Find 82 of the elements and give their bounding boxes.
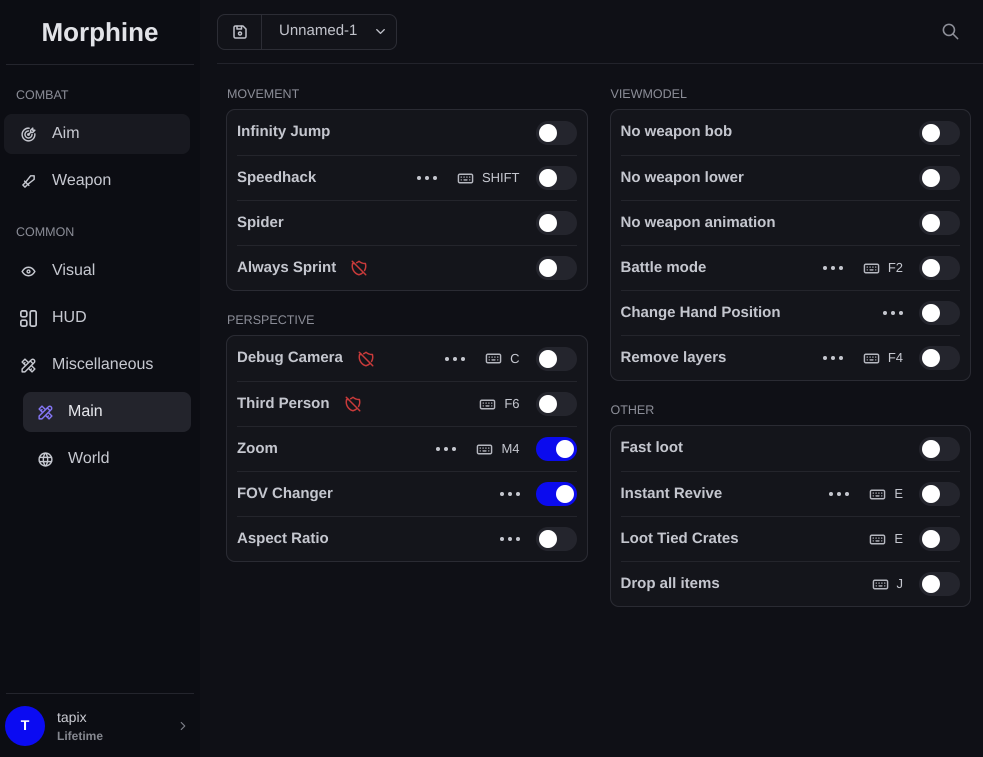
nav-item[interactable]: Weapon (4, 161, 190, 201)
keybind-button[interactable]: F4 (862, 348, 903, 368)
keybind-button[interactable]: E (869, 529, 903, 549)
feature-label: No weapon animation (620, 212, 776, 233)
toggle-switch[interactable] (919, 572, 960, 596)
tools-icon (20, 356, 37, 374)
nav-item[interactable]: Visual (4, 251, 190, 291)
layout-icon (20, 310, 37, 326)
feature-label: Debug Camera (237, 348, 343, 368)
section-title: MOVEMENT (226, 86, 300, 102)
user-name: tapix (57, 708, 88, 726)
toggle-switch[interactable] (919, 482, 960, 506)
section-title: OTHER (610, 402, 656, 418)
keybind-button[interactable]: F6 (479, 394, 520, 414)
feature-label: Zoom (237, 438, 278, 459)
target-icon (20, 126, 37, 142)
nav-section-title: COMBAT (15, 87, 70, 103)
toggle-switch[interactable] (536, 120, 576, 144)
feature-label: Drop all items (620, 574, 720, 594)
sword-icon (20, 172, 37, 190)
feature-label: Infinity Jump (237, 122, 330, 142)
toggle-switch[interactable] (919, 211, 960, 235)
app-logo: Morphine (42, 16, 158, 48)
toggle-switch[interactable] (536, 211, 576, 235)
feature-label: Always Sprint (237, 258, 336, 278)
feature-label: Loot Tied Crates (620, 528, 739, 549)
toggle-switch[interactable] (536, 482, 576, 506)
toggle-switch[interactable] (919, 301, 960, 325)
feature-label: Third Person (237, 394, 330, 414)
feature-label: FOV Changer (237, 484, 333, 504)
toggle-switch[interactable] (536, 527, 576, 551)
toggle-switch[interactable] (919, 256, 960, 280)
keybind-button[interactable]: C (485, 348, 520, 368)
feature-label: Aspect Ratio (237, 528, 329, 549)
globe-icon (37, 450, 54, 468)
user-avatar: T (5, 706, 45, 746)
toggle-switch[interactable] (919, 527, 960, 551)
toggle-switch[interactable] (919, 436, 960, 460)
feature-label: Change Hand Position (620, 302, 781, 323)
dots-icon (500, 537, 520, 541)
feature-label: Fast loot (620, 438, 683, 458)
toggle-switch[interactable] (536, 437, 576, 461)
keybind-button[interactable]: J (872, 574, 903, 594)
toggle-switch[interactable] (919, 166, 960, 190)
nav-item[interactable]: World (23, 439, 191, 479)
feature-label: No weapon bob (620, 122, 732, 142)
dots-icon (500, 492, 520, 496)
feature-label: Spider (237, 212, 284, 233)
nav-item[interactable]: Miscellaneous (4, 345, 190, 385)
feature-label: No weapon lower (620, 168, 744, 188)
dots-icon (445, 356, 466, 360)
feature-label: Remove layers (620, 348, 726, 368)
feature-label: Instant Revive (620, 484, 722, 504)
toggle-switch[interactable] (536, 166, 576, 190)
keybind-button[interactable]: F2 (862, 258, 903, 278)
dots-icon (436, 447, 456, 451)
profile-dropdown[interactable]: Unnamed-1 (262, 14, 396, 48)
dots-icon (829, 492, 850, 496)
tools-icon (37, 404, 54, 420)
keybind-button[interactable]: SHIFT (456, 168, 520, 188)
nav-section-title: COMMON (15, 224, 76, 240)
section-title: VIEWMODEL (610, 86, 688, 102)
feature-label: Battle mode (620, 258, 706, 278)
dots-icon (822, 266, 843, 270)
dots-icon (822, 356, 843, 360)
toggle-switch[interactable] (536, 392, 576, 416)
toggle-switch[interactable] (536, 256, 576, 280)
search-icon (941, 22, 960, 41)
section-title: PERSPECTIVE (226, 312, 316, 328)
keybind-button[interactable]: M4 (476, 439, 520, 459)
user-plan: Lifetime (57, 728, 104, 744)
nav-item[interactable]: HUD (4, 298, 190, 338)
save-icon (230, 22, 248, 40)
toggle-switch[interactable] (919, 120, 960, 144)
keybind-button[interactable]: E (869, 484, 903, 504)
nav-item[interactable]: Aim (4, 114, 190, 154)
nav-item[interactable]: Main (23, 392, 191, 432)
toggle-switch[interactable] (919, 346, 960, 370)
feature-label: Speedhack (237, 168, 316, 188)
toggle-switch[interactable] (536, 346, 576, 370)
dots-icon (416, 176, 437, 180)
dots-icon (883, 311, 903, 315)
